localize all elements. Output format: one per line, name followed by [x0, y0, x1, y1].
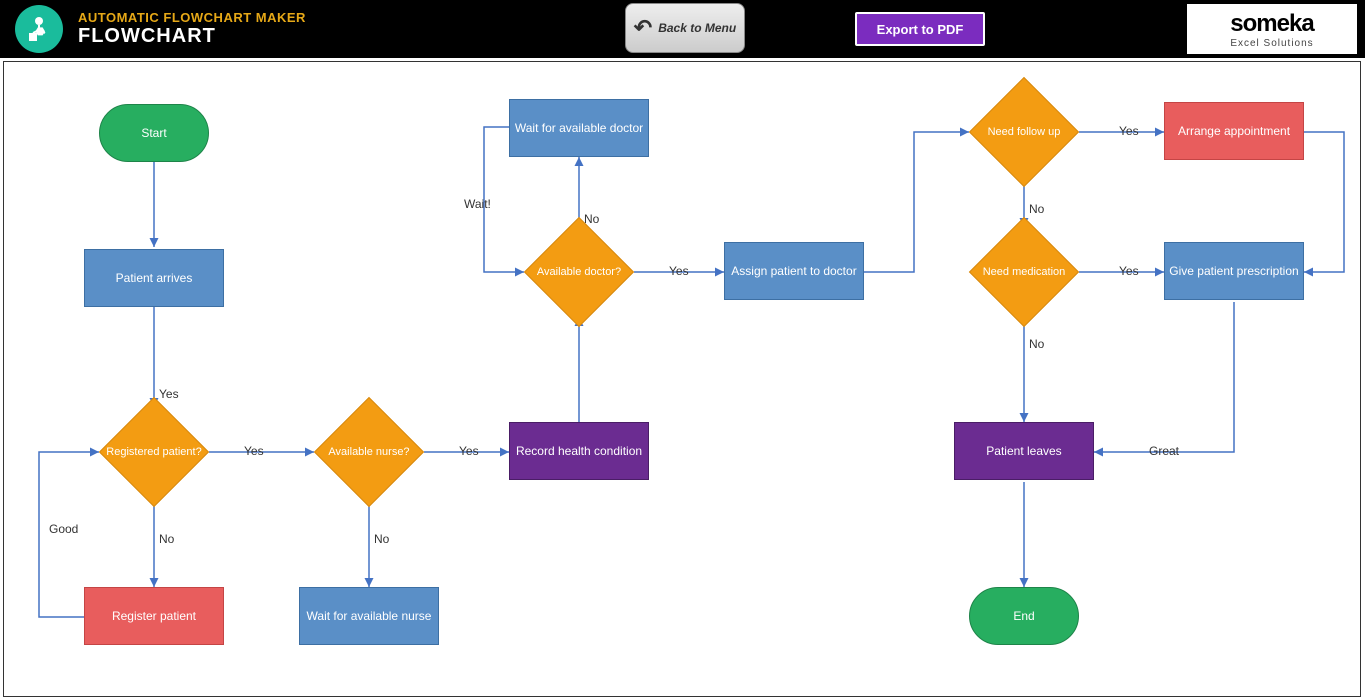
edge-label: Yes: [1119, 264, 1139, 278]
app-header: AUTOMATIC FLOWCHART MAKER FLOWCHART ↶ Ba…: [0, 0, 1365, 58]
header-subtitle: AUTOMATIC FLOWCHART MAKER: [78, 10, 306, 25]
edge-label: No: [1029, 202, 1044, 216]
back-button-label: Back to Menu: [658, 21, 736, 35]
back-to-menu-button[interactable]: ↶ Back to Menu: [625, 3, 745, 53]
node-give-prescription[interactable]: Give patient prescription: [1164, 242, 1304, 300]
flowchart-canvas: Start Patient arrives Registered patient…: [3, 61, 1361, 697]
node-available-doctor[interactable]: Available doctor?: [524, 227, 634, 317]
app-logo-icon: [15, 5, 63, 53]
node-need-medication[interactable]: Need medication: [969, 227, 1079, 317]
edge-label: No: [159, 532, 174, 546]
node-patient-arrives[interactable]: Patient arrives: [84, 249, 224, 307]
edge-label: Yes: [1119, 124, 1139, 138]
edge-label: Yes: [459, 444, 479, 458]
edge-label: No: [1029, 337, 1044, 351]
edge-label: Yes: [669, 264, 689, 278]
brand-logo: someka Excel Solutions: [1187, 4, 1357, 54]
brand-name: someka: [1230, 10, 1313, 38]
edge-label: No: [374, 532, 389, 546]
edge-label: Wait!: [464, 197, 491, 211]
node-end[interactable]: End: [969, 587, 1079, 645]
node-available-nurse[interactable]: Available nurse?: [314, 407, 424, 497]
node-register-patient[interactable]: Register patient: [84, 587, 224, 645]
node-record-health[interactable]: Record health condition: [509, 422, 649, 480]
node-arrange-appointment[interactable]: Arrange appointment: [1164, 102, 1304, 160]
edge-label: Great: [1149, 444, 1179, 458]
edge-label: Yes: [159, 387, 179, 401]
brand-tagline: Excel Solutions: [1230, 38, 1313, 49]
export-button-label: Export to PDF: [877, 22, 964, 37]
edge-label: Good: [49, 522, 78, 536]
export-pdf-button[interactable]: Export to PDF: [855, 12, 985, 46]
node-patient-leaves[interactable]: Patient leaves: [954, 422, 1094, 480]
node-assign-patient[interactable]: Assign patient to doctor: [724, 242, 864, 300]
edge-label: No: [584, 212, 599, 226]
header-titles: AUTOMATIC FLOWCHART MAKER FLOWCHART: [78, 10, 306, 48]
node-wait-doctor[interactable]: Wait for available doctor: [509, 99, 649, 157]
back-arrow-icon: ↶: [634, 15, 652, 41]
node-wait-nurse[interactable]: Wait for available nurse: [299, 587, 439, 645]
edge-label: Yes: [244, 444, 264, 458]
header-title: FLOWCHART: [78, 25, 306, 48]
node-need-followup[interactable]: Need follow up: [969, 87, 1079, 177]
node-start[interactable]: Start: [99, 104, 209, 162]
node-registered-patient[interactable]: Registered patient?: [99, 407, 209, 497]
